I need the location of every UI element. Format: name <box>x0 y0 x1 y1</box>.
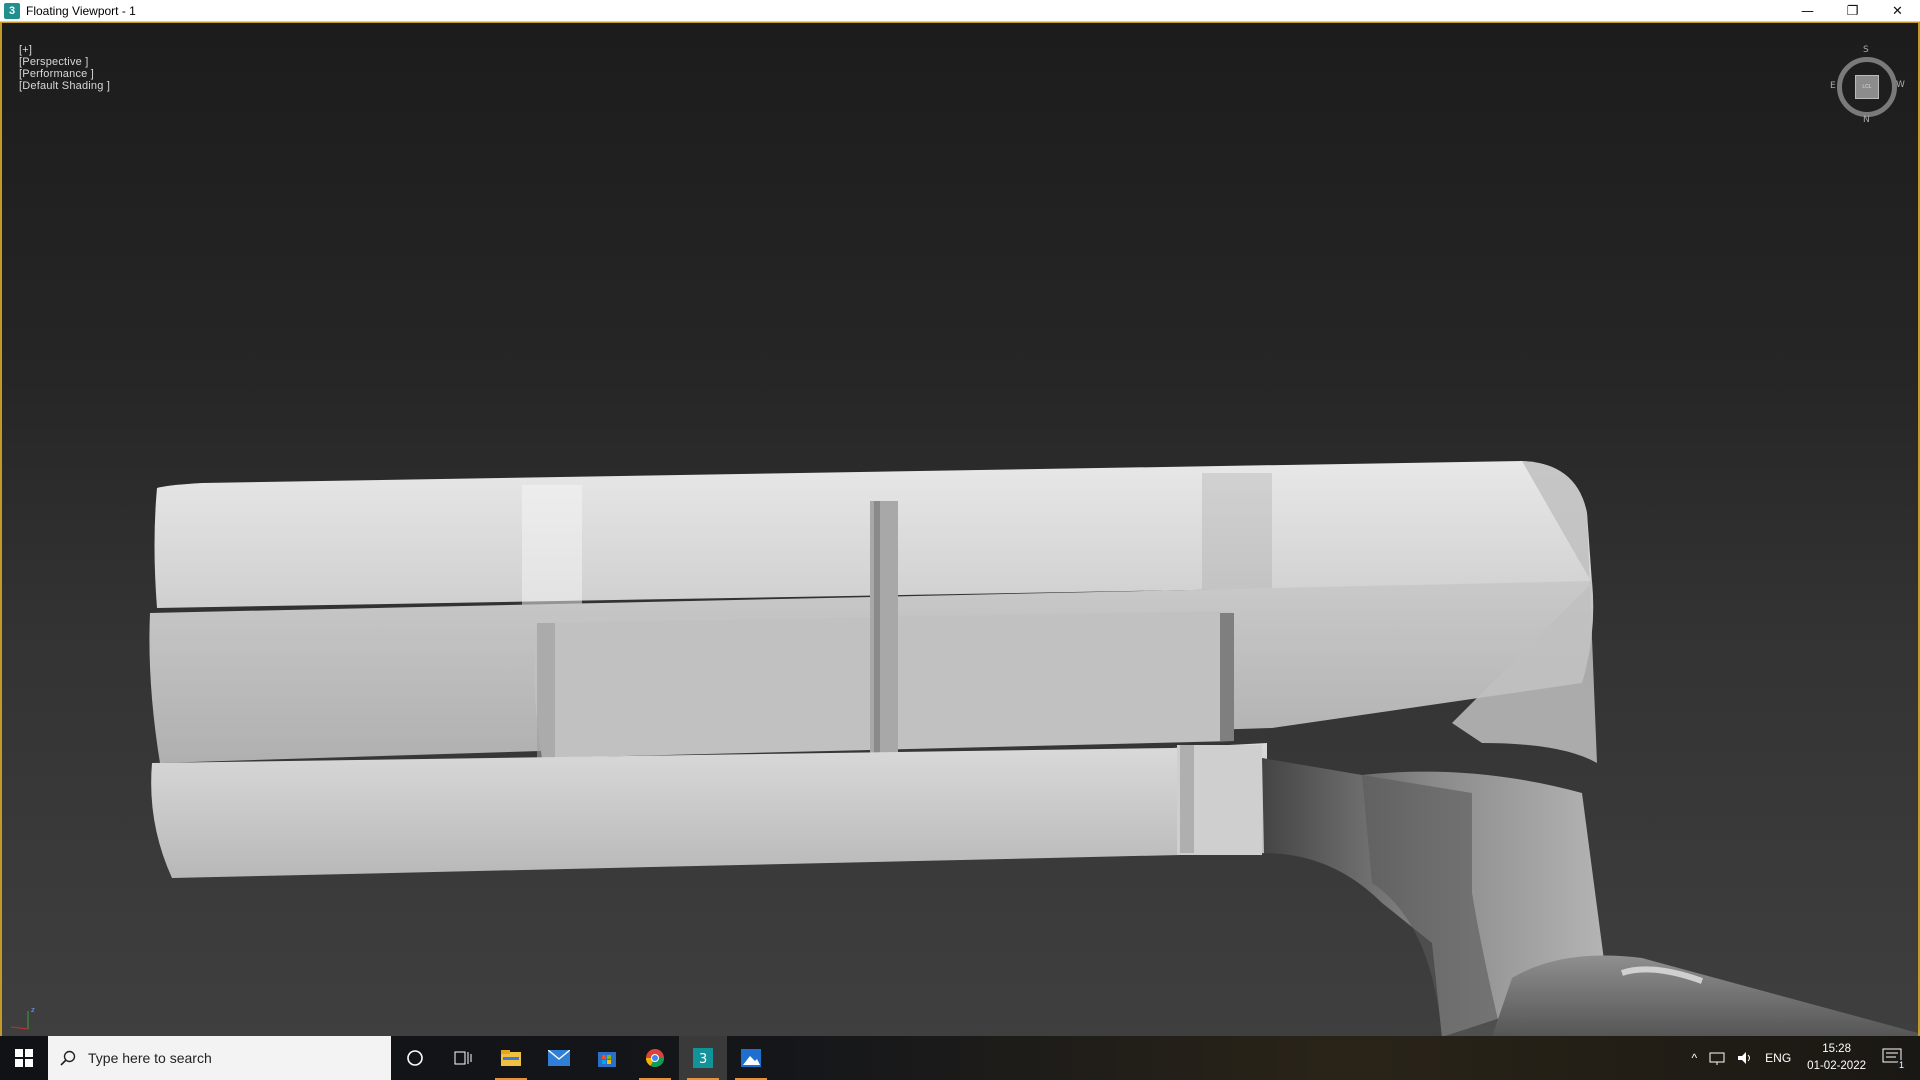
window-title: Floating Viewport - 1 <box>26 3 136 18</box>
taskbar: Type here to search 3 ^ ENG 15:28 01-02-… <box>0 1036 1920 1080</box>
3ds-max-button[interactable]: 3 <box>679 1036 727 1080</box>
start-button[interactable] <box>0 1036 48 1080</box>
cortana-icon <box>407 1050 423 1066</box>
network-icon[interactable] <box>1709 1051 1725 1065</box>
svg-text:z: z <box>31 1006 35 1014</box>
svg-text:3: 3 <box>699 1052 707 1067</box>
photos-icon <box>741 1049 761 1067</box>
file-explorer-button[interactable] <box>487 1036 535 1080</box>
mail-button[interactable] <box>535 1036 583 1080</box>
taskbar-clock[interactable]: 15:28 01-02-2022 <box>1807 1041 1866 1075</box>
compass-west-label: W <box>1896 80 1905 90</box>
putter-head-model[interactable] <box>2 23 1918 1036</box>
viewcube-face[interactable]: LCL <box>1855 75 1879 99</box>
system-tray: ^ ENG 15:28 01-02-2022 1 <box>1686 1036 1920 1080</box>
minimize-button[interactable]: — <box>1785 0 1830 22</box>
search-placeholder: Type here to search <box>88 1050 212 1066</box>
chrome-icon <box>646 1049 664 1068</box>
store-button[interactable] <box>583 1036 631 1080</box>
3ds-max-icon: 3 <box>693 1048 713 1068</box>
restore-button[interactable]: ❐ <box>1830 0 1875 22</box>
mail-icon <box>548 1050 570 1066</box>
viewcube[interactable]: LCL S N E W <box>1828 45 1906 125</box>
task-view-icon <box>454 1051 472 1065</box>
compass-east-label: E <box>1830 81 1836 91</box>
clock-time: 15:28 <box>1822 1043 1851 1055</box>
show-hidden-icons-chevron-icon[interactable]: ^ <box>1692 1051 1698 1065</box>
search-icon <box>60 1050 76 1066</box>
window-controls: — ❐ ✕ <box>1785 0 1920 22</box>
floating-viewport[interactable]: [+] [Perspective ] [Performance ] [Defau… <box>0 22 1920 1036</box>
task-view-button[interactable] <box>439 1036 487 1080</box>
volume-icon[interactable] <box>1737 1051 1753 1065</box>
input-language-indicator[interactable]: ENG <box>1765 1051 1791 1065</box>
compass-south-label: S <box>1863 45 1869 55</box>
title-bar: 3 Floating Viewport - 1 — ❐ ✕ <box>0 0 1920 22</box>
chrome-button[interactable] <box>631 1036 679 1080</box>
compass-north-label: N <box>1863 115 1870 125</box>
axis-tripod-icon: z <box>10 1006 35 1030</box>
notification-count-badge: 1 <box>1896 1060 1906 1070</box>
cortana-button[interactable] <box>391 1036 439 1080</box>
close-button[interactable]: ✕ <box>1875 0 1920 22</box>
photos-button[interactable] <box>727 1036 775 1080</box>
windows-logo-icon <box>15 1049 33 1067</box>
action-center-button[interactable]: 1 <box>1882 1048 1906 1070</box>
store-icon <box>598 1052 616 1067</box>
clock-date: 01-02-2022 <box>1807 1060 1866 1072</box>
3ds-max-app-icon: 3 <box>4 2 20 19</box>
file-explorer-icon <box>501 1050 521 1066</box>
taskbar-search-box[interactable]: Type here to search <box>48 1036 391 1080</box>
